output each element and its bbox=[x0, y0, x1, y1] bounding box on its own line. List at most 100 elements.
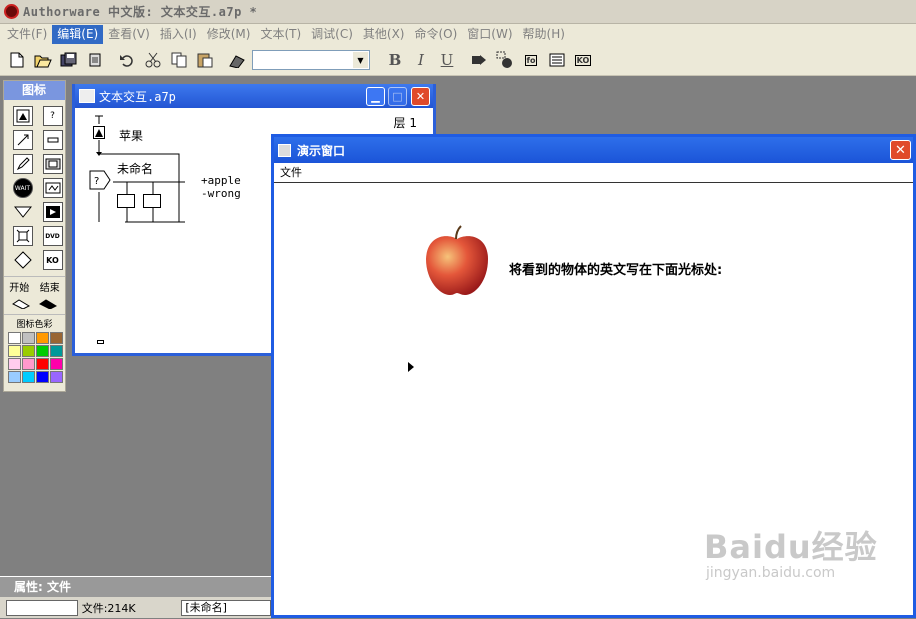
presentation-window-titlebar[interactable]: 演示窗口 ✕ bbox=[274, 137, 913, 163]
sound-icon[interactable] bbox=[42, 178, 63, 198]
flow-node-apple[interactable]: 苹果 bbox=[119, 127, 143, 144]
flowchart-window-icon bbox=[79, 89, 95, 103]
undo-icon[interactable] bbox=[116, 49, 138, 71]
underline-button[interactable]: U bbox=[436, 49, 458, 71]
menu-other[interactable]: 其他(X) bbox=[358, 25, 410, 44]
calculate-icon[interactable] bbox=[12, 154, 33, 174]
icon-palette-grid: ? WAIT DVD KO bbox=[4, 100, 65, 276]
start-end-flags bbox=[4, 296, 65, 314]
italic-label: I bbox=[418, 51, 424, 69]
save-all-icon[interactable] bbox=[58, 49, 80, 71]
decision-icon-label: ? bbox=[50, 111, 55, 121]
menu-insert[interactable]: 插入(I) bbox=[155, 25, 202, 44]
icon-color-title: 图标色彩 bbox=[4, 314, 65, 330]
bold-button[interactable]: B bbox=[384, 49, 406, 71]
properties-panel-title[interactable]: 属性: 文件 bbox=[0, 577, 271, 597]
menu-command[interactable]: 命令(O) bbox=[409, 25, 462, 44]
knowledge-objects-icon[interactable]: KO bbox=[572, 49, 594, 71]
presentation-menu-file[interactable]: 文件 bbox=[280, 166, 302, 179]
file-name-field[interactable]: [未命名] bbox=[181, 600, 271, 616]
menu-help[interactable]: 帮助(H) bbox=[518, 25, 570, 44]
response-apple[interactable]: +apple bbox=[201, 174, 241, 187]
svg-text:?: ? bbox=[94, 176, 99, 187]
icon-palette: 图标 ? WAIT DVD KO 开始 结束 图标色彩 bbox=[3, 80, 66, 392]
chevron-down-icon[interactable]: ▼ bbox=[353, 52, 368, 68]
copy-icon[interactable] bbox=[168, 49, 190, 71]
color-swatch[interactable] bbox=[22, 358, 35, 370]
menu-text[interactable]: 文本(T) bbox=[255, 25, 306, 44]
framework-icon[interactable] bbox=[12, 226, 33, 246]
menu-view[interactable]: 查看(V) bbox=[103, 25, 155, 44]
start-flag-icon[interactable] bbox=[12, 298, 31, 312]
italic-button[interactable]: I bbox=[410, 49, 432, 71]
color-swatch[interactable] bbox=[8, 371, 21, 383]
menu-file[interactable]: 文件(F) bbox=[2, 25, 52, 44]
functions-icon[interactable]: fo bbox=[520, 49, 542, 71]
color-swatch[interactable] bbox=[50, 371, 63, 383]
variables-icon[interactable] bbox=[546, 49, 568, 71]
app-titlebar: Authorware 中文版: 文本交互.a7p * bbox=[0, 0, 916, 24]
ko-icon-label: KO bbox=[46, 255, 59, 265]
navigate-icon[interactable] bbox=[13, 202, 33, 222]
menu-debug[interactable]: 调试(C) bbox=[306, 25, 358, 44]
open-folder-icon[interactable] bbox=[32, 49, 54, 71]
flowchart-window-titlebar[interactable]: 文本交互.a7p ▁ □ ✕ bbox=[75, 84, 433, 108]
color-swatch[interactable] bbox=[36, 358, 49, 370]
text-entry-cursor[interactable] bbox=[408, 362, 414, 372]
end-flag-icon[interactable] bbox=[38, 298, 57, 312]
close-button[interactable]: ✕ bbox=[890, 140, 911, 160]
map-icon[interactable] bbox=[143, 194, 161, 208]
close-button[interactable]: ✕ bbox=[411, 87, 430, 106]
color-swatch[interactable] bbox=[8, 358, 21, 370]
dvd-icon[interactable]: DVD bbox=[42, 226, 63, 246]
erase-icon[interactable] bbox=[42, 130, 63, 150]
interaction-icon[interactable] bbox=[13, 250, 33, 270]
properties-panel: 属性: 文件 文件:214K [未命名] bbox=[0, 576, 271, 618]
interaction-icon[interactable]: ? bbox=[89, 170, 111, 193]
menu-edit[interactable]: 编辑(E) bbox=[52, 25, 104, 44]
color-swatch[interactable] bbox=[50, 358, 63, 370]
wait-icon[interactable]: WAIT bbox=[12, 178, 33, 198]
flowchart-level: 层 1 bbox=[393, 116, 417, 130]
new-file-icon[interactable] bbox=[6, 49, 28, 71]
color-swatch[interactable] bbox=[36, 332, 49, 344]
color-swatch[interactable] bbox=[8, 345, 21, 357]
map-icon[interactable] bbox=[117, 194, 135, 208]
maximize-button[interactable]: □ bbox=[388, 87, 407, 106]
find-icon[interactable] bbox=[226, 49, 248, 71]
decision-icon[interactable]: ? bbox=[42, 106, 63, 126]
color-swatch[interactable] bbox=[50, 332, 63, 344]
color-swatch[interactable] bbox=[36, 371, 49, 383]
paste-hand-marker bbox=[97, 340, 104, 344]
paste-icon[interactable] bbox=[194, 49, 216, 71]
import-icon[interactable] bbox=[84, 49, 106, 71]
underline-label: U bbox=[440, 51, 454, 69]
color-swatch[interactable] bbox=[22, 345, 35, 357]
cut-icon[interactable] bbox=[142, 49, 164, 71]
color-swatch[interactable] bbox=[50, 345, 63, 357]
icon-palette-title: 图标 bbox=[4, 81, 65, 100]
minimize-button[interactable]: ▁ bbox=[366, 87, 385, 106]
flow-node-unnamed[interactable]: 未命名 bbox=[117, 160, 153, 177]
end-label: 结束 bbox=[39, 283, 60, 294]
menu-modify[interactable]: 修改(M) bbox=[202, 25, 256, 44]
functions-label: fo bbox=[524, 54, 538, 66]
display-icon[interactable] bbox=[93, 126, 105, 139]
text-style-combo[interactable]: ▼ bbox=[252, 50, 370, 70]
control-panel-icon[interactable] bbox=[494, 49, 516, 71]
display-icon[interactable] bbox=[12, 106, 33, 126]
presentation-window-icon bbox=[278, 143, 291, 157]
run-icon[interactable] bbox=[468, 49, 490, 71]
color-swatch[interactable] bbox=[22, 332, 35, 344]
main-toolbar: ▼ B I U fo KO bbox=[0, 45, 916, 76]
color-swatch[interactable] bbox=[36, 345, 49, 357]
apple-image bbox=[424, 225, 490, 297]
menu-window[interactable]: 窗口(W) bbox=[462, 25, 517, 44]
color-swatch[interactable] bbox=[22, 371, 35, 383]
color-swatch[interactable] bbox=[8, 332, 21, 344]
video-icon[interactable] bbox=[42, 202, 63, 222]
digital-movie-icon[interactable] bbox=[42, 154, 63, 174]
ko-icon[interactable]: KO bbox=[42, 250, 63, 270]
response-wrong[interactable]: -wrong bbox=[201, 187, 241, 200]
motion-icon[interactable] bbox=[12, 130, 33, 150]
